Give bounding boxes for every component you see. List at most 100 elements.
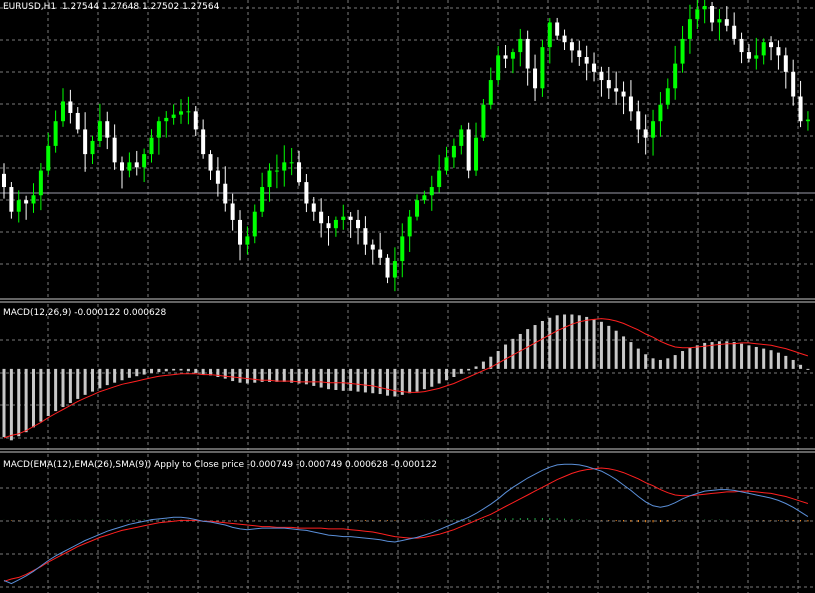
macd-histogram-bar: [312, 368, 316, 386]
candle-body: [297, 162, 302, 183]
symbol-title: EURUSD,H1 1.27544 1.27648 1.27502 1.2756…: [3, 2, 219, 13]
candle-body: [164, 117, 169, 122]
macd-histogram-bar: [400, 368, 404, 395]
macd-histogram-bar: [238, 368, 242, 383]
macd-histogram-bar: [150, 368, 154, 373]
macd-histogram-bar: [363, 368, 367, 393]
candle-body: [783, 55, 788, 72]
ohlc-readout: 1.27544 1.27648 1.27502 1.27564: [61, 2, 220, 12]
macd-histogram-bar: [127, 368, 131, 378]
macd-histogram-bar: [695, 345, 699, 369]
macd-histogram-bar: [120, 368, 124, 381]
macd-histogram-bar: [408, 368, 412, 394]
candle-body: [673, 63, 678, 89]
candle-body: [230, 203, 235, 220]
candle-body: [651, 121, 656, 138]
candle-body: [171, 114, 176, 118]
candle-body: [9, 187, 14, 212]
macd-histogram-bar: [725, 341, 729, 369]
macd-histogram-bar: [32, 368, 36, 428]
macd-histogram-bar: [740, 343, 744, 369]
candle-body: [577, 50, 582, 58]
macd-histogram-bar: [415, 368, 419, 392]
macd-histogram-bar: [24, 368, 28, 433]
candle-body: [769, 42, 774, 48]
candle-body: [363, 228, 368, 245]
candle-body: [407, 216, 412, 237]
candle-body: [208, 154, 213, 171]
macd-histogram-bar: [481, 361, 485, 369]
candle-body: [53, 121, 58, 146]
macd-histogram-bar: [437, 368, 441, 384]
macd-histogram-bar: [179, 368, 183, 371]
macd-histogram-bar: [422, 368, 426, 390]
macd-histogram-bar: [9, 368, 13, 441]
candle-body: [437, 170, 442, 188]
candle-body: [282, 162, 287, 171]
candle-body: [341, 216, 346, 220]
candle-body: [356, 219, 361, 229]
candle-body: [274, 170, 279, 172]
candle-body: [695, 9, 700, 20]
macd-histogram-bar: [599, 321, 603, 369]
candle-body: [422, 195, 427, 201]
macd-histogram-bar: [784, 355, 788, 369]
macd-histogram-bar: [231, 368, 235, 382]
macd-histogram-bar: [776, 352, 780, 369]
macd-histogram-bar: [762, 348, 766, 369]
macd-histogram-bar: [253, 368, 257, 383]
candle-body: [319, 211, 324, 224]
candle-body: [562, 35, 567, 43]
candle-body: [754, 55, 759, 59]
candle-body: [348, 216, 353, 220]
macd-histogram-bar: [710, 342, 714, 369]
macd-histogram-bar: [459, 368, 463, 374]
candle-body: [606, 80, 611, 89]
candle-body: [496, 55, 501, 81]
candle-body: [16, 200, 21, 212]
candle-body: [481, 104, 486, 138]
macd-histogram-bar: [585, 316, 589, 369]
candle-body: [149, 137, 154, 155]
candle-body: [24, 200, 29, 204]
macd-histogram-bar: [245, 368, 249, 384]
candle-body: [238, 219, 243, 245]
candle-body: [555, 22, 560, 36]
macd-histogram-bar: [54, 368, 58, 412]
macd-histogram-bar: [747, 345, 751, 369]
candle: [466, 122, 471, 179]
macd-histogram-bar: [164, 368, 168, 372]
candle-body: [429, 187, 434, 196]
candle-body: [710, 6, 715, 23]
macd-histogram-bar: [61, 368, 65, 408]
candle-body: [260, 187, 265, 212]
macd-histogram-bar: [386, 368, 390, 396]
candle-body: [776, 47, 781, 56]
candle-body: [311, 203, 316, 212]
candle-body: [289, 162, 294, 164]
candle-body: [156, 121, 161, 138]
macd-histogram-bar: [658, 359, 662, 369]
macd-histogram-bar: [548, 317, 552, 369]
candle-body: [31, 195, 36, 204]
candle-body: [739, 38, 744, 53]
macd-histogram-bar: [282, 368, 286, 382]
candle-body: [444, 157, 449, 171]
candle-body: [38, 170, 43, 196]
macd-histogram-bar: [2, 368, 6, 438]
candle-body: [474, 137, 479, 171]
macd-histogram-bar: [526, 329, 530, 369]
candle-body: [223, 183, 228, 204]
candle-body: [547, 22, 552, 48]
candle-body: [245, 236, 250, 245]
candle-body: [105, 121, 110, 138]
candle-body: [97, 121, 102, 141]
candle-body: [599, 71, 604, 81]
candle-body: [370, 244, 375, 250]
candle-body: [415, 200, 420, 217]
macd-histogram-bar: [467, 368, 471, 371]
macd-histogram-bar: [172, 368, 176, 371]
candle-body: [90, 140, 95, 155]
macd-histogram-bar: [732, 342, 736, 369]
macd-histogram-bar: [607, 325, 611, 369]
